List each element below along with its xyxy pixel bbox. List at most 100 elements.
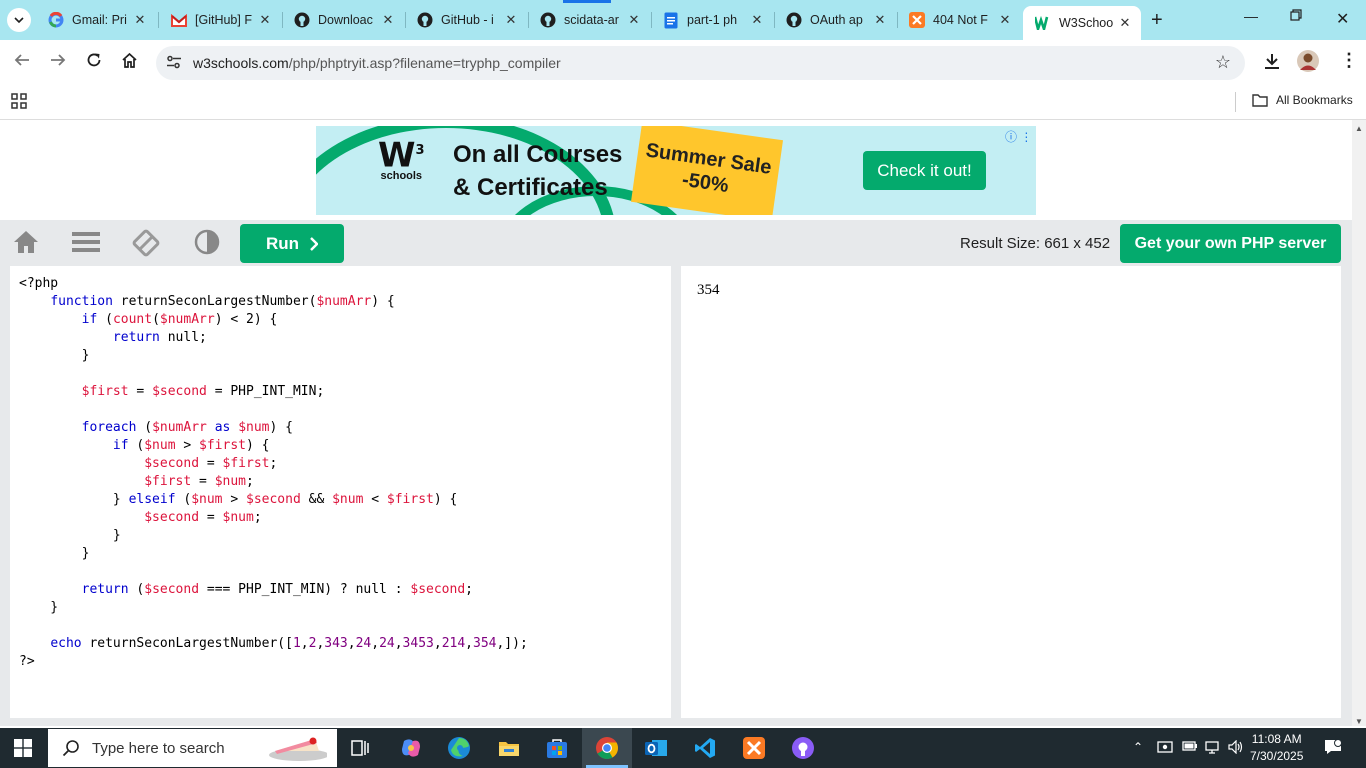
code-line: ?>: [19, 654, 35, 669]
code-editor[interactable]: <?php function returnSeconLargestNumber(…: [10, 266, 671, 718]
taskbar-clock[interactable]: 11:08 AM 7/30/2025: [1250, 731, 1303, 765]
notifications-icon[interactable]: [1324, 738, 1342, 759]
code-line: if ($num > $first) {: [112, 438, 270, 453]
code-line: $second = $first;: [144, 456, 278, 471]
close-icon[interactable]: ✕: [503, 12, 519, 28]
tab-search-button[interactable]: [7, 8, 31, 32]
get-php-server-button[interactable]: Get your own PHP server: [1120, 224, 1341, 263]
github-desktop-icon[interactable]: [789, 734, 817, 762]
taskbar-search-box[interactable]: Type here to search: [48, 729, 337, 767]
windows-start-icon[interactable]: [14, 739, 32, 762]
github-icon: [786, 12, 802, 28]
reload-icon[interactable]: [86, 52, 102, 73]
meet-now-icon[interactable]: [1157, 740, 1173, 757]
close-icon[interactable]: ✕: [380, 12, 396, 28]
code-line: ​: [19, 401, 671, 419]
tab-part1[interactable]: part-1 ph ✕: [651, 4, 773, 36]
code-line: $second = $num;: [144, 510, 262, 525]
site-settings-icon[interactable]: [166, 54, 182, 75]
code-line: } elseif ($num > $second && $num < $firs…: [19, 492, 458, 507]
close-icon[interactable]: ✕: [626, 12, 642, 28]
tab-oauth[interactable]: OAuth ap ✕: [774, 4, 896, 36]
edge-icon[interactable]: [445, 734, 473, 762]
tab-404[interactable]: 404 Not F ✕: [897, 4, 1021, 36]
output-text: 354: [697, 282, 720, 298]
w3schools-logo: W3 schools: [378, 135, 425, 183]
scroll-down-arrow-icon[interactable]: ▼: [1355, 717, 1363, 726]
address-bar[interactable]: w3schools.com/php/phptryit.asp?filename=…: [156, 46, 1245, 80]
w3schools-icon: [1035, 15, 1051, 31]
tab-github-i[interactable]: GitHub - i ✕: [405, 4, 527, 36]
home-icon[interactable]: [121, 52, 138, 73]
gmail-icon: [171, 12, 187, 28]
file-explorer-icon[interactable]: [495, 734, 523, 762]
close-icon[interactable]: ✕: [257, 12, 273, 28]
home-icon[interactable]: [12, 228, 40, 261]
url-text: w3schools.com/php/phptryit.asp?filename=…: [193, 55, 561, 71]
tab-gmail[interactable]: Gmail: Pri ✕: [36, 4, 156, 36]
bookmark-star-icon[interactable]: ☆: [1215, 52, 1231, 73]
minimize-icon[interactable]: —: [1244, 8, 1258, 24]
back-arrow-icon[interactable]: [14, 52, 30, 73]
check-it-out-button[interactable]: Check it out!: [863, 151, 986, 190]
code-line: $first = $second = PHP_INT_MIN;: [81, 384, 325, 399]
browser-menu-icon[interactable]: ⋮: [1340, 50, 1358, 71]
network-icon[interactable]: [1205, 740, 1221, 757]
page-scrollbar[interactable]: ▲ ▼: [1352, 120, 1366, 726]
code-line: }: [19, 600, 59, 615]
code-line: $first = $num;: [144, 474, 254, 489]
new-tab-plus-icon[interactable]: +: [1151, 9, 1163, 32]
rotate-layout-icon[interactable]: [131, 228, 161, 263]
sale-badge: Summer Sale -50%: [630, 126, 784, 215]
contrast-icon[interactable]: [194, 228, 220, 261]
all-bookmarks-button[interactable]: All Bookmarks: [1252, 93, 1353, 107]
ad-headline: On all Courses & Certificates: [453, 141, 623, 201]
tab-scidata[interactable]: scidata-ar ✕: [528, 4, 650, 36]
tab-github-mail[interactable]: [GitHub] F ✕: [159, 4, 281, 36]
close-icon[interactable]: ✕: [749, 12, 765, 28]
code-line: if (count($numArr) < 2) {: [81, 312, 278, 327]
menu-icon[interactable]: [71, 228, 101, 261]
restore-icon[interactable]: [1290, 8, 1302, 24]
copilot-icon[interactable]: [397, 734, 425, 762]
show-hidden-icons-icon[interactable]: ⌃: [1133, 740, 1143, 754]
github-icon: [417, 12, 433, 28]
tab-w3schools[interactable]: W3Schoo ✕: [1023, 6, 1141, 40]
close-icon[interactable]: ✕: [997, 12, 1013, 28]
volume-icon[interactable]: [1228, 739, 1244, 757]
close-icon[interactable]: ✕: [872, 12, 888, 28]
browser-toolbar: w3schools.com/php/phptryit.asp?filename=…: [0, 40, 1366, 86]
close-icon[interactable]: ✕: [132, 12, 148, 28]
folder-icon: [1252, 93, 1268, 107]
code-line: }: [19, 546, 90, 561]
download-icon[interactable]: [1263, 52, 1281, 75]
close-window-icon[interactable]: ✕: [1336, 9, 1349, 29]
code-line: }: [19, 528, 121, 543]
apps-grid-icon[interactable]: [11, 93, 27, 114]
xampp-icon[interactable]: [740, 734, 768, 762]
scroll-up-arrow-icon[interactable]: ▲: [1355, 124, 1363, 133]
forward-arrow-icon[interactable]: [50, 52, 66, 73]
outlook-icon[interactable]: [642, 734, 670, 762]
run-button[interactable]: Run: [240, 224, 344, 263]
ad-info-icon[interactable]: ⓘ ⋮: [1005, 128, 1032, 145]
google-icon: [48, 12, 64, 28]
vscode-icon[interactable]: [691, 734, 719, 762]
microsoft-store-icon[interactable]: [543, 734, 571, 762]
taskbar: Type here to search ⌃ 11:08 AM 7/30/2025: [0, 728, 1366, 768]
avatar[interactable]: [1297, 50, 1319, 77]
tab-download[interactable]: Downloac ✕: [282, 4, 404, 36]
xampp-icon: [909, 12, 925, 28]
battery-icon[interactable]: [1182, 740, 1198, 755]
code-line: foreach ($numArr as $num) {: [81, 420, 293, 435]
task-view-icon[interactable]: [346, 734, 374, 762]
result-size: Result Size: 661 x 452: [960, 235, 1111, 252]
ad-banner[interactable]: W3 schools On all Courses & Certificates…: [316, 126, 1036, 215]
editor-toolbar: Run Result Size: 661 x 452 Get your own …: [0, 220, 1352, 266]
code-line: function returnSeconLargestNumber($numAr…: [50, 294, 395, 309]
close-icon[interactable]: ✕: [1117, 15, 1133, 31]
search-icon: [62, 740, 79, 757]
docs-icon: [663, 12, 679, 28]
bookmarks-bar: All Bookmarks: [0, 86, 1366, 120]
chrome-icon[interactable]: [593, 734, 621, 762]
